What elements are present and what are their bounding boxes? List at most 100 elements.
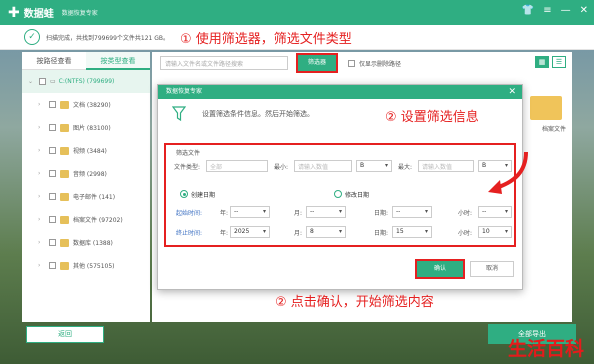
end-year-select[interactable]: 2025 ▾ [230, 226, 270, 238]
min-unit-value: B [360, 162, 365, 169]
start-month-label: 月: [294, 210, 303, 217]
checkbox[interactable] [49, 239, 56, 246]
chevron-right-icon[interactable]: › [38, 239, 45, 246]
close-icon[interactable]: ✕ [580, 5, 588, 16]
end-day-value: 15 [396, 228, 404, 235]
chevron-right-icon[interactable]: › [38, 101, 45, 108]
start-hour-select[interactable]: -- ▾ [478, 206, 512, 218]
chevron-down-icon: ▾ [262, 208, 266, 215]
chevron-right-icon[interactable]: › [38, 170, 45, 177]
tree-item-archives[interactable]: › 档案文件 (97202) [22, 208, 150, 231]
tree-item-video[interactable]: › 视频 (3484) [22, 139, 150, 162]
modify-date-label: 修改日期 [345, 192, 370, 199]
menu-icon[interactable]: ≡ [543, 5, 551, 16]
tree-item-label: 音频 (2998) [73, 171, 107, 178]
tree-root-drive[interactable]: ⌄ ▭ C:(NTFS) (799699) [22, 70, 150, 93]
chevron-down-icon: ▾ [504, 208, 508, 215]
audio-icon [60, 169, 69, 178]
start-year-select[interactable]: -- ▾ [230, 206, 270, 218]
end-hour-label: 小时: [458, 230, 473, 237]
back-button[interactable]: 返回 [26, 326, 104, 343]
tab-by-path[interactable]: 按路径查看 [22, 52, 86, 70]
start-year-value: -- [234, 208, 239, 215]
tree-root-label: C:(NTFS) (799699) [58, 78, 115, 85]
create-date-label: 创建日期 [191, 192, 216, 199]
dialog-title-bar: 数据恢复专家 ✕ [158, 85, 522, 99]
only-deleted-label: 仅显示删除路径 [359, 60, 402, 68]
search-input[interactable]: 请输入文件名或文件路径搜索 [160, 56, 288, 70]
end-month-select[interactable]: 8 ▾ [306, 226, 346, 238]
start-day-select[interactable]: -- ▾ [392, 206, 432, 218]
dialog-title: 数据恢复专家 [166, 88, 203, 95]
folder-icon[interactable] [530, 96, 562, 120]
view-tabs: 按路径查看 按类型查看 [22, 52, 150, 70]
annotation-step3: ② 点击确认，开始筛选内容 [275, 295, 434, 310]
toolbar: 请输入文件名或文件路径搜索 筛选器 仅显示删除路径 ▦ ☰ [152, 52, 572, 74]
tree-item-database[interactable]: › 数据库 (1388) [22, 231, 150, 254]
end-month-value: 8 [310, 228, 314, 235]
app-name: 数据蛙 [23, 9, 54, 20]
min-size-input[interactable]: 请输入数值 [294, 160, 352, 172]
chevron-right-icon[interactable]: › [38, 147, 45, 154]
chevron-down-icon: ▾ [384, 162, 388, 169]
tree-item-label: 图片 (83100) [73, 125, 111, 132]
chevron-right-icon[interactable]: › [38, 262, 45, 269]
start-month-select[interactable]: -- ▾ [306, 206, 346, 218]
checkbox[interactable] [49, 124, 56, 131]
section-title: 筛选文件 [176, 150, 201, 157]
minimize-icon[interactable]: — [561, 5, 571, 16]
dialog-hint-text: 设置筛选条件信息。然后开始筛选。 [202, 110, 314, 118]
chevron-down-icon[interactable]: ⌄ [28, 78, 35, 85]
checkbox[interactable] [49, 147, 56, 154]
filter-button[interactable]: 筛选器 [296, 53, 338, 73]
grid-view-icon[interactable]: ▦ [535, 56, 549, 68]
min-size-label: 最小: [274, 164, 289, 171]
checkbox[interactable] [49, 262, 56, 269]
checkbox[interactable] [49, 193, 56, 200]
checkbox[interactable] [49, 216, 56, 223]
end-day-select[interactable]: 15 ▾ [392, 226, 432, 238]
cancel-button[interactable]: 取消 [470, 261, 514, 277]
max-size-input[interactable]: 请输入数值 [418, 160, 474, 172]
drive-icon: ▭ [50, 78, 56, 85]
tree-item-documents[interactable]: › 文档 (38290) [22, 93, 150, 116]
video-icon [60, 146, 69, 155]
end-hour-select[interactable]: 10 ▾ [478, 226, 512, 238]
tree-item-other[interactable]: › 其他 (575105) [22, 254, 150, 277]
checkbox[interactable] [49, 101, 56, 108]
checkbox[interactable] [39, 78, 46, 85]
max-size-label: 最大: [398, 164, 413, 171]
chevron-right-icon[interactable]: › [38, 193, 45, 200]
tree-item-audio[interactable]: › 音频 (2998) [22, 162, 150, 185]
database-icon [60, 238, 69, 247]
only-deleted-toggle[interactable]: 仅显示删除路径 [344, 59, 401, 68]
tree-item-images[interactable]: › 图片 (83100) [22, 116, 150, 139]
tree-item-email[interactable]: › 电子邮件 (141) [22, 185, 150, 208]
tab-by-type[interactable]: 按类型查看 [86, 52, 150, 70]
file-type-select[interactable]: 全部 [206, 160, 268, 172]
checkbox[interactable] [348, 59, 355, 67]
close-icon[interactable]: ✕ [508, 85, 516, 99]
chevron-right-icon[interactable]: › [38, 216, 45, 223]
logo-cross-icon: ✚ [8, 4, 20, 21]
start-hour-value: -- [482, 208, 487, 215]
list-view-icon[interactable]: ☰ [552, 56, 566, 68]
start-day-value: -- [396, 208, 401, 215]
modify-date-radio[interactable] [334, 190, 342, 198]
check-circle-icon: ✓ [24, 29, 40, 45]
scan-status-text: 扫描完成，共找到799699个文件共121 GB。 [46, 34, 170, 42]
tree-item-label: 视频 (3484) [73, 148, 107, 155]
confirm-button[interactable]: 确认 [415, 259, 465, 279]
create-date-radio[interactable] [180, 190, 188, 198]
min-unit-select[interactable]: B ▾ [356, 160, 392, 172]
shirt-icon[interactable]: 👕 [522, 5, 534, 16]
end-time-label: 终止时间: [176, 230, 203, 237]
chevron-right-icon[interactable]: › [38, 124, 45, 131]
window-controls: 👕 ≡ — ✕ [522, 5, 588, 16]
title-bar: ✚ 数据蛙 数据恢复专家 👕 ≡ — ✕ [0, 0, 594, 25]
annotation-step2: ② 设置筛选信息 [385, 110, 479, 125]
checkbox[interactable] [49, 170, 56, 177]
filter-settings-box: 筛选文件 文件类型: 全部 最小: 请输入数值 B ▾ 最大: 请输入数值 B ▾ … [164, 143, 516, 247]
tree-item-label: 其他 (575105) [73, 263, 115, 270]
chevron-down-icon: ▾ [262, 228, 266, 235]
